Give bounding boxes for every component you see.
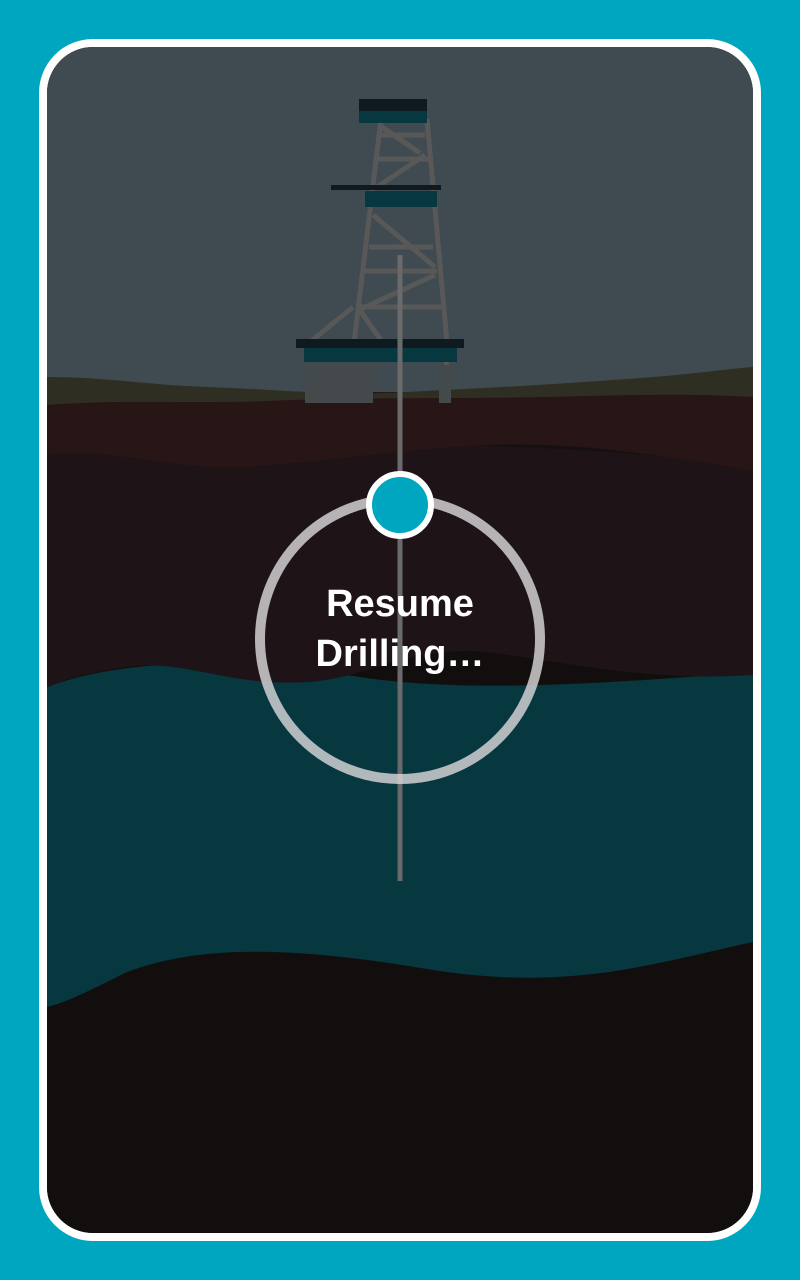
derrick-crown — [359, 99, 427, 111]
game-frame: Resume Drilling… — [39, 39, 761, 1241]
status-line-1: Resume — [326, 583, 474, 625]
drill-pipe-icon — [397, 255, 403, 881]
resume-drilling-label: Resume Drilling… — [250, 579, 550, 679]
derrick-base-box — [304, 348, 457, 362]
status-line-2: Drilling… — [315, 633, 485, 675]
progress-knob[interactable] — [366, 471, 434, 539]
derrick-mid-box — [365, 191, 437, 207]
derrick-base-platform — [296, 339, 464, 348]
derrick-mid-platform — [331, 185, 441, 190]
derrick-crown-base — [359, 111, 427, 123]
